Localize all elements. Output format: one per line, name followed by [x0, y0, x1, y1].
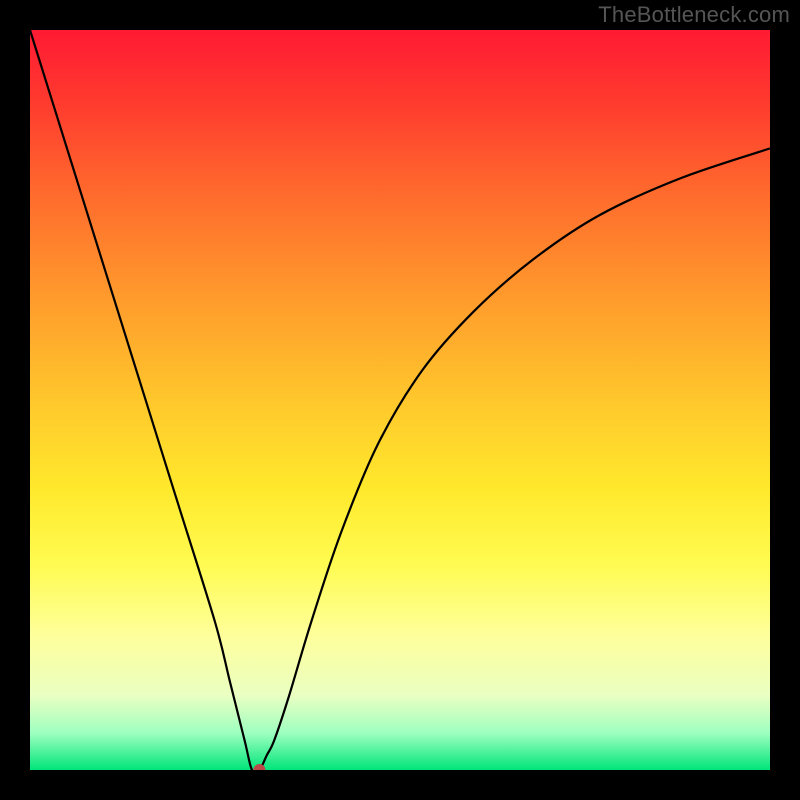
- bottleneck-curve: [30, 30, 770, 770]
- watermark-text: TheBottleneck.com: [598, 2, 790, 28]
- curve-layer: [30, 30, 770, 770]
- chart-plot-area: [30, 30, 770, 770]
